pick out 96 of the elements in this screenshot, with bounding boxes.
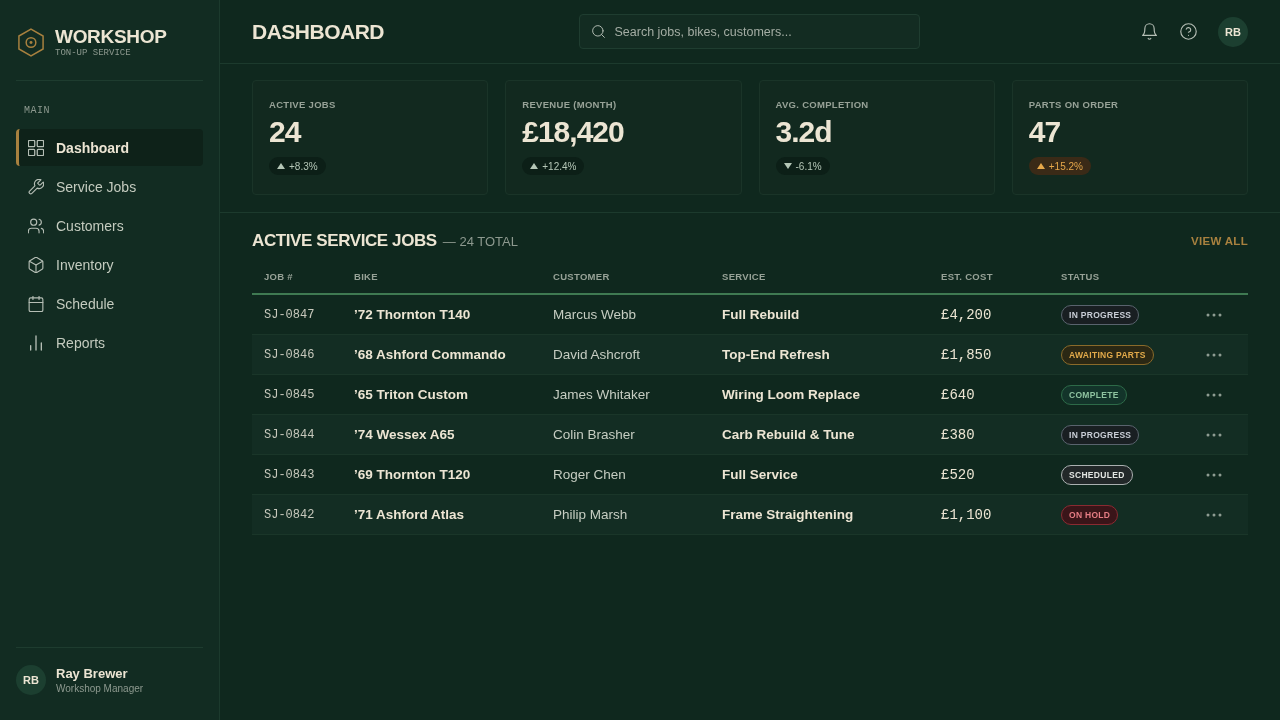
user-avatar: RB bbox=[16, 665, 46, 695]
more-icon bbox=[1206, 392, 1222, 397]
stat-label: AVG. COMPLETION bbox=[775, 99, 869, 111]
cube-icon bbox=[28, 256, 44, 273]
table-cell: £640 bbox=[929, 374, 1049, 415]
section-title: ACTIVE SERVICE JOBS bbox=[252, 231, 437, 251]
more-icon bbox=[1206, 312, 1222, 317]
row-menu-button[interactable] bbox=[1206, 312, 1222, 317]
column-header: CUSTOMER bbox=[541, 267, 710, 294]
job-id: SJ-0843 bbox=[252, 454, 342, 495]
column-header: STATUS bbox=[1049, 267, 1190, 294]
job-id: SJ-0846 bbox=[252, 334, 342, 375]
view-all-link[interactable]: VIEW ALL bbox=[1191, 235, 1248, 247]
status-badge: IN PROGRESS bbox=[1061, 305, 1140, 325]
user-role: Workshop Manager bbox=[56, 681, 144, 695]
help-icon bbox=[1180, 23, 1197, 40]
table-cell: Full Rebuild bbox=[710, 294, 929, 335]
nav-item[interactable]: Customers bbox=[16, 207, 203, 244]
table-cell: ’72 Thornton T140 bbox=[342, 294, 541, 335]
row-menu-button[interactable] bbox=[1206, 392, 1222, 397]
table-cell: Full Service bbox=[710, 454, 929, 495]
stat-value: 24 bbox=[269, 115, 301, 149]
column-header: EST. COST bbox=[929, 267, 1049, 294]
more-icon bbox=[1206, 472, 1222, 477]
stat-value: 3.2d bbox=[775, 115, 832, 149]
table-cell: £1,850 bbox=[929, 334, 1049, 375]
trend-value: +15.2% bbox=[1048, 160, 1083, 172]
row-menu-button[interactable] bbox=[1206, 352, 1222, 357]
more-icon bbox=[1206, 512, 1222, 517]
job-id: SJ-0842 bbox=[252, 494, 342, 535]
calendar-icon bbox=[28, 295, 44, 312]
column-header: JOB # bbox=[252, 267, 342, 294]
trend-value: -6.1% bbox=[795, 160, 822, 172]
nav-item[interactable]: Schedule bbox=[16, 285, 203, 322]
row-menu-button[interactable] bbox=[1206, 432, 1222, 437]
nav-item[interactable]: Reports bbox=[16, 324, 203, 361]
row-menu-button[interactable] bbox=[1206, 512, 1222, 517]
stat-label: ACTIVE JOBS bbox=[269, 99, 336, 111]
table-cell: Top-End Refresh bbox=[710, 334, 929, 375]
table-cell: ’69 Thornton T120 bbox=[342, 454, 541, 495]
more-icon bbox=[1206, 432, 1222, 437]
grid-icon bbox=[28, 139, 44, 156]
column-header: BIKE bbox=[342, 267, 541, 294]
table-cell: James Whitaker bbox=[541, 374, 710, 415]
table-cell: £380 bbox=[929, 414, 1049, 455]
table-cell: Roger Chen bbox=[541, 454, 710, 495]
table-cell: ’68 Ashford Commando bbox=[342, 334, 541, 375]
table-cell: £520 bbox=[929, 454, 1049, 495]
stat-label: REVENUE (MONTH) bbox=[522, 99, 617, 111]
section-label: MAIN bbox=[24, 105, 50, 117]
status-badge: AWAITING PARTS bbox=[1061, 345, 1154, 365]
table-cell: Colin Brasher bbox=[541, 414, 710, 455]
table-cell: ’71 Ashford Atlas bbox=[342, 494, 541, 535]
brand-name: WORKSHOP bbox=[55, 26, 167, 47]
search-field[interactable]: Search jobs, bikes, customers... bbox=[578, 14, 920, 49]
table-cell: Marcus Webb bbox=[541, 294, 710, 335]
row-menu-button[interactable] bbox=[1206, 472, 1222, 477]
bell-icon bbox=[1141, 23, 1158, 40]
hexagon-logo-icon bbox=[18, 28, 44, 57]
table-cell: Philip Marsh bbox=[541, 494, 710, 535]
brand-tagline: TON-UP SERVICE bbox=[55, 48, 131, 59]
status-badge: COMPLETE bbox=[1061, 385, 1127, 405]
search-icon bbox=[591, 25, 605, 38]
status-badge: ON HOLD bbox=[1061, 505, 1119, 525]
job-id: SJ-0845 bbox=[252, 374, 342, 415]
people-icon bbox=[28, 217, 44, 234]
more-icon bbox=[1206, 352, 1222, 357]
user-avatar[interactable]: RB bbox=[1218, 16, 1248, 47]
table-cell: £1,100 bbox=[929, 494, 1049, 535]
user-name: Ray Brewer bbox=[56, 665, 128, 682]
stat-label: PARTS ON ORDER bbox=[1028, 99, 1119, 111]
table-cell: ’65 Triton Custom bbox=[342, 374, 541, 415]
trend-value: +12.4% bbox=[542, 160, 577, 172]
table-cell: Wiring Loom Replace bbox=[710, 374, 929, 415]
stat-value: 47 bbox=[1028, 115, 1061, 149]
table-cell: David Ashcroft bbox=[541, 334, 710, 375]
notifications-button[interactable] bbox=[1141, 23, 1158, 40]
status-badge: SCHEDULED bbox=[1061, 465, 1133, 485]
nav-item[interactable]: Service Jobs bbox=[16, 168, 203, 205]
trend-value: +8.3% bbox=[289, 160, 318, 172]
table-cell: ’74 Wessex A65 bbox=[342, 414, 541, 455]
help-button[interactable] bbox=[1180, 23, 1197, 40]
bar-chart-icon bbox=[28, 334, 44, 351]
table-cell: £4,200 bbox=[929, 294, 1049, 335]
column-header: SERVICE bbox=[710, 267, 929, 294]
table-cell: Frame Straightening bbox=[710, 494, 929, 535]
status-badge: IN PROGRESS bbox=[1061, 425, 1140, 445]
wrench-icon bbox=[28, 178, 44, 195]
page-title: DASHBOARD bbox=[252, 19, 384, 44]
nav-item[interactable]: Inventory bbox=[16, 246, 203, 283]
table-cell: Carb Rebuild & Tune bbox=[710, 414, 929, 455]
total-count: — 24 TOTAL bbox=[442, 234, 518, 249]
nav-item[interactable]: Dashboard bbox=[16, 129, 203, 166]
stat-value: £18,420 bbox=[522, 115, 624, 149]
job-id: SJ-0844 bbox=[252, 414, 342, 455]
job-id: SJ-0847 bbox=[252, 294, 342, 335]
